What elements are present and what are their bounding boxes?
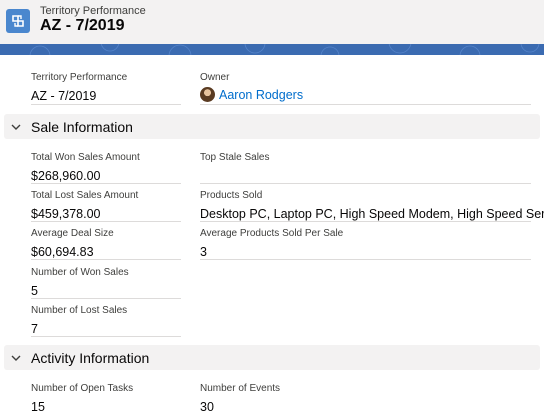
field-value: 5 [31, 284, 38, 298]
field-value: $268,960.00 [31, 169, 101, 183]
owner-link[interactable]: Aaron Rodgers [219, 88, 303, 102]
field-number-of-open-tasks: Number of Open Tasks 15 [31, 382, 181, 415]
field-divider [200, 104, 531, 105]
field-label: Owner [200, 72, 230, 83]
field-value: AZ - 7/2019 [31, 89, 97, 103]
field-divider [31, 298, 181, 299]
field-divider [200, 221, 531, 222]
field-divider [31, 221, 181, 222]
field-value: $459,378.00 [31, 207, 101, 221]
field-top-stale-sales: Top Stale Sales [200, 151, 531, 184]
field-number-of-events: Number of Events 30 [200, 382, 531, 415]
field-label: Total Lost Sales Amount [31, 190, 139, 201]
field-value: 15 [31, 400, 45, 414]
field-divider [31, 104, 181, 105]
field-label: Products Sold [200, 190, 263, 201]
field-total-lost-sales-amount: Total Lost Sales Amount $459,378.00 [31, 189, 181, 222]
field-products-sold: Products Sold Desktop PC, Laptop PC, Hig… [200, 189, 544, 222]
section-title: Activity Information [31, 349, 150, 366]
field-number-of-won-sales: Number of Won Sales 5 [31, 266, 181, 299]
record-title: AZ - 7/2019 [40, 17, 125, 34]
field-number-of-lost-sales: Number of Lost Sales 7 [31, 304, 181, 337]
territory-performance-icon [6, 9, 30, 33]
object-type-label: Territory Performance [40, 5, 146, 17]
field-total-won-sales-amount: Total Won Sales Amount $268,960.00 [31, 151, 181, 184]
field-divider [200, 259, 531, 260]
field-label: Number of Open Tasks [31, 383, 134, 394]
field-divider [31, 336, 181, 337]
field-owner: Owner Aaron Rodgers [200, 71, 531, 105]
field-label: Total Won Sales Amount [31, 152, 140, 163]
field-divider [31, 259, 181, 260]
field-label: Number of Won Sales [31, 267, 129, 278]
field-value: 7 [31, 322, 38, 336]
field-average-deal-size: Average Deal Size $60,694.83 [31, 227, 181, 260]
header-banner [0, 44, 544, 55]
field-value: 3 [200, 245, 207, 259]
field-average-products-sold-per-sale: Average Products Sold Per Sale 3 [200, 227, 531, 260]
chevron-down-icon[interactable] [10, 121, 22, 133]
field-label: Territory Performance [31, 72, 128, 83]
section-title: Sale Information [31, 118, 133, 135]
chevron-down-icon[interactable] [10, 352, 22, 364]
field-label: Number of Events [200, 383, 281, 394]
field-territory-performance: Territory Performance AZ - 7/2019 [31, 71, 181, 105]
field-label: Number of Lost Sales [31, 305, 128, 316]
field-divider [31, 183, 181, 184]
owner-avatar[interactable] [200, 87, 215, 102]
record-header: Territory Performance AZ - 7/2019 [0, 0, 544, 44]
section-activity-information[interactable]: Activity Information [4, 345, 540, 370]
field-label: Average Products Sold Per Sale [200, 228, 344, 239]
field-value: 30 [200, 400, 214, 414]
field-value: $60,694.83 [31, 245, 94, 259]
section-sale-information[interactable]: Sale Information [4, 114, 540, 139]
field-label: Top Stale Sales [200, 152, 270, 163]
field-value: Desktop PC, Laptop PC, High Speed Modem,… [200, 207, 544, 221]
field-label: Average Deal Size [31, 228, 114, 239]
field-divider [200, 183, 531, 184]
